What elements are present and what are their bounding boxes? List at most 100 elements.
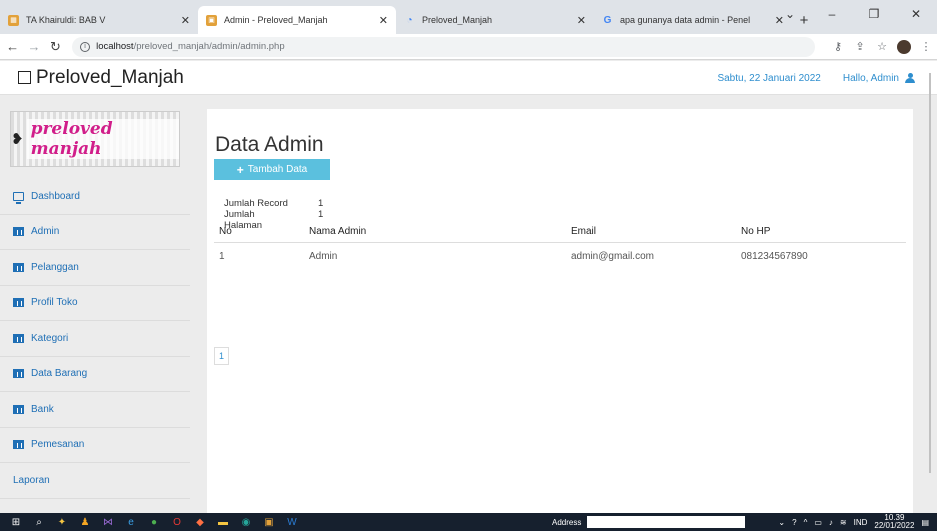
sidebar-item-laporan[interactable]: Laporan [0,463,190,499]
sidebar-item-admin[interactable]: Admin [0,215,190,250]
sidebar-item-label: Profil Toko [31,297,78,309]
tab-title: TA Khairuldi: BAB V [26,15,106,25]
close-window-button[interactable]: ✕ [895,7,937,21]
plus-icon: + [236,162,244,177]
address-bar[interactable]: i localhost/preloved_manjah/admin/admin.… [72,36,815,57]
battery-icon[interactable]: ▭ [814,518,822,527]
pagination-page-1[interactable]: 1 [214,347,229,365]
sidebar-item-label: Kategori [31,332,69,344]
wifi-icon[interactable]: ≋ [840,518,847,527]
sidebar-item-profil-toko[interactable]: Profil Toko [0,286,190,321]
address-input[interactable] [587,516,746,528]
sidebar-item-pelanggan[interactable]: Pelanggan [0,250,190,286]
sheet-icon: ▦ [8,14,19,26]
minimize-button[interactable]: – [811,7,853,21]
search-icon[interactable]: ⌕ [29,516,49,528]
navbar-right: Sabtu, 22 Januari 2022 Hallo, Admin [717,61,915,95]
admin-favicon: ▣ [206,14,217,26]
language-indicator[interactable]: IND [854,518,868,527]
browser-tab-3[interactable]: ◔ Preloved_Manjah ✕ [396,6,594,34]
browser-tab-2[interactable]: ▣ Admin - Preloved_Manjah ✕ [198,6,396,34]
table-icon [13,262,24,272]
windows-start-icon[interactable]: ⊞ [6,516,26,528]
record-count-label: Jumlah Record [224,198,288,209]
browser-tab-4[interactable]: G apa gunanya data admin - Penel ✕ [594,6,792,34]
help-icon[interactable]: ? [792,518,796,527]
sidebar-item-label: Admin [31,226,60,238]
admin-table: No Nama Admin Email No HP 1 Admin admin@… [214,222,906,270]
sidebar-item-data-barang[interactable]: Data Barang [0,357,190,392]
desktop-icon [13,191,24,204]
reload-icon[interactable]: ↻ [47,39,64,55]
chevron-up-icon[interactable]: ^ [804,518,808,527]
clock[interactable]: 10.39 22/01/2022 [874,514,914,530]
tab-title: Admin - Preloved_Manjah [224,15,328,25]
google-icon: G [603,14,612,26]
url-host: localhost [96,41,134,52]
info-icon[interactable]: i [80,41,91,52]
page-scrollbar[interactable] [929,73,931,473]
sidebar-item-dashboard[interactable]: Dashboard [0,179,190,215]
record-count-value: 1 [318,198,324,209]
store-logo: ❥ preloved manjah [10,111,180,167]
star-icon[interactable]: ☆ [871,40,893,53]
app-icon[interactable]: ◆ [190,516,210,528]
volume-icon[interactable]: ♪ [829,518,833,527]
add-data-label: Tambah Data [247,164,308,175]
tab-title: apa gunanya data admin - Penel [620,15,751,25]
back-arrow-icon[interactable]: ← [4,39,21,54]
app-icon[interactable]: ♟ [75,516,95,528]
cell-nama-admin: Admin [309,250,338,262]
brand-name: Preloved_Manjah [36,66,184,88]
greeting-text: Hallo, Admin [842,72,899,84]
sidebar-item-label: Dashboard [31,190,80,202]
brand[interactable]: Preloved_Manjah [18,67,184,89]
sidebar-item-bank[interactable]: Bank [0,392,190,428]
app-icon[interactable]: ▣ [259,516,279,528]
sidebar-item-label: Bank [31,403,54,415]
menu-dots-icon[interactable]: ⋮ [915,40,937,53]
close-icon[interactable]: ✕ [379,14,388,27]
restore-button[interactable]: ❐ [853,7,895,21]
share-icon[interactable]: ⇪ [849,40,871,53]
browser-toolbar: ← → ↻ i localhost/preloved_manjah/admin/… [0,34,937,60]
vscode-icon[interactable]: ⋈ [98,516,118,528]
word-icon[interactable]: W [282,516,302,528]
sidebar-item-label: Pelanggan [31,261,79,273]
chevron-down-icon[interactable]: ⌄ [778,518,785,527]
key-icon[interactable]: ⚷ [827,40,849,53]
browser-tab-1[interactable]: ▦ TA Khairuldi: BAB V ✕ [0,6,198,34]
sidebar-item-label: Data Barang [31,368,88,380]
edge-icon[interactable]: e [121,516,141,528]
cell-email: admin@gmail.com [571,250,654,262]
folder-icon[interactable]: ▬ [213,516,233,528]
column-header-email: Email [566,222,736,243]
logo-text: preloved manjah [26,119,179,159]
current-date: Sabtu, 22 Januari 2022 [717,72,821,84]
cell-no-hp: 081234567890 [741,250,808,262]
forward-arrow-icon[interactable]: → [25,39,42,54]
profile-avatar[interactable] [897,39,911,54]
app-icon[interactable]: ◉ [236,516,256,528]
add-data-button[interactable]: + Tambah Data [214,159,330,180]
taskbar-address: Address [552,516,746,528]
window-controls: ⌄ – ❐ ✕ [769,0,937,28]
opera-icon[interactable]: O [167,516,187,528]
sidebar-item-pemesanan[interactable]: Pemesanan [0,428,190,463]
close-icon[interactable]: ✕ [181,14,190,27]
table-row[interactable]: 1 Admin admin@gmail.com 081234567890 [214,242,906,270]
cell-no: 1 [219,250,225,262]
web-page: Preloved_Manjah Sabtu, 22 Januari 2022 H… [0,61,937,513]
url-path: /preloved_manjah/admin/admin.php [133,41,285,52]
sidebar-item-label: Laporan [13,474,50,486]
tab-search-icon[interactable]: ⌄ [769,7,811,21]
notification-icon[interactable]: ▤ [921,518,929,527]
toolbar-actions: ⚷ ⇪ ☆ ⋮ [827,39,937,54]
chrome-icon[interactable]: ● [144,516,164,528]
close-icon[interactable]: ✕ [577,14,586,27]
sidebar-item-kategori[interactable]: Kategori [0,321,190,357]
clock-date: 22/01/2022 [874,521,915,530]
app-icon[interactable]: ✦ [52,516,72,528]
user-menu[interactable]: Hallo, Admin [843,73,915,84]
sidebar-item-label: Pemesanan [31,439,85,451]
